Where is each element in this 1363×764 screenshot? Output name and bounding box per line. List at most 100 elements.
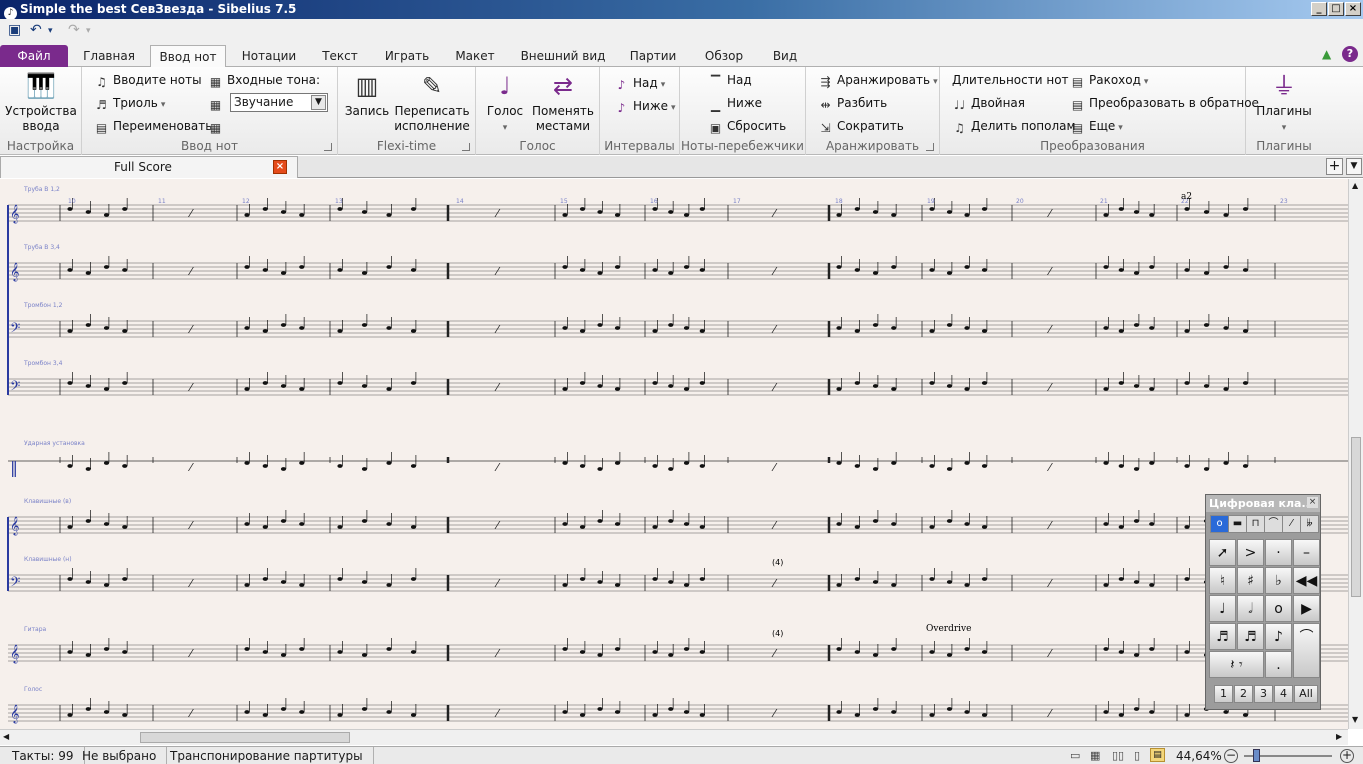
swap-voices-button[interactable]: ⇄ Поменять местами bbox=[530, 71, 596, 134]
keypad-sharp-key[interactable]: ♯ bbox=[1237, 567, 1264, 594]
tab-file[interactable]: Файл bbox=[0, 45, 68, 67]
vertical-scrollbar[interactable]: ▲ ▼ bbox=[1348, 179, 1363, 729]
keypad-quarter-note-key[interactable]: ♩ bbox=[1209, 595, 1236, 622]
view-single-page-icon[interactable]: ▯ bbox=[1134, 747, 1140, 764]
tab-list-button[interactable]: ▼ bbox=[1346, 158, 1362, 175]
cross-staff-below-button[interactable]: ▁ Ниже bbox=[708, 94, 762, 112]
keypad-tie-key[interactable]: ⌒ bbox=[1293, 623, 1320, 678]
view-spreads-icon[interactable]: ▯▯ bbox=[1112, 747, 1124, 764]
rewrite-performance-button[interactable]: ✎ Переписать исполнение bbox=[394, 71, 470, 134]
transposing-score-status[interactable]: Транспонирование партитуры bbox=[170, 747, 374, 764]
scroll-up-icon[interactable]: ▲ bbox=[1352, 181, 1358, 190]
keypad-layout-jazz[interactable]: ⁄ bbox=[1282, 515, 1301, 533]
close-tab-icon[interactable]: × bbox=[273, 160, 287, 174]
cross-staff-reset-button[interactable]: ▣ Сбросить bbox=[708, 117, 786, 135]
zoom-slider-thumb[interactable] bbox=[1253, 749, 1260, 762]
keypad-sixteenth-alt-key[interactable]: ♬ bbox=[1237, 623, 1264, 650]
tab-review[interactable]: Обзор bbox=[696, 45, 752, 67]
keypad-close-icon[interactable]: × bbox=[1307, 497, 1318, 508]
triplet-button[interactable]: ♬ Триоль bbox=[94, 94, 165, 114]
score-canvas[interactable]: ⁄ ⁄ ⁄ ⁄⁄ ⁄ ⁄ ⁄⁄ ⁄ ⁄ ⁄⁄ ⁄ ⁄ ⁄⁄ ⁄ ⁄ ⁄⁄ ⁄ ⁄ ⁄⁄ ⁄ ⁄ ⁄⁄ ⁄ ⁄ ⁄⁄ ⁄ ⁄ ⁄ Тру… bbox=[0, 179, 1348, 729]
input-devices-button[interactable]: 🎹 Устройства ввода bbox=[4, 71, 78, 134]
keypad-title[interactable]: Цифровая кла... bbox=[1206, 495, 1320, 512]
undo-icon[interactable]: ↶ bbox=[30, 22, 42, 38]
vertical-scroll-thumb[interactable] bbox=[1351, 437, 1361, 597]
keypad-layout-accidentals[interactable]: 𝄫 bbox=[1300, 515, 1319, 533]
horizontal-scroll-thumb[interactable] bbox=[140, 732, 350, 743]
keypad-voice-2[interactable]: 2 bbox=[1234, 685, 1253, 703]
tab-note-input[interactable]: Ввод нот bbox=[150, 45, 226, 68]
halve-button[interactable]: ♫ Делить пополам bbox=[952, 117, 1075, 135]
invert-button[interactable]: ▤ Преобразовать в обратное bbox=[1070, 94, 1259, 112]
keypad-layout-articulations[interactable]: ⌒ bbox=[1264, 515, 1283, 533]
close-button[interactable]: × bbox=[1345, 2, 1361, 16]
arrange-button[interactable]: ⇶ Аранжировать bbox=[818, 71, 938, 91]
tab-full-score[interactable]: Full Score × bbox=[0, 156, 298, 178]
keypad-sixteenth-note-key[interactable]: ♬ bbox=[1209, 623, 1236, 650]
keypad-pointer-key[interactable]: ➚ bbox=[1209, 539, 1236, 566]
keypad-natural-key[interactable]: ♮ bbox=[1209, 567, 1236, 594]
keypad-layout-common-notes[interactable]: o bbox=[1210, 515, 1229, 533]
keypad-voice-all[interactable]: All bbox=[1294, 685, 1318, 703]
cross-staff-above-button[interactable]: ▔ Над bbox=[708, 71, 752, 89]
scroll-left-icon[interactable]: ◀ bbox=[3, 732, 9, 741]
voice-button[interactable]: ♩ Голос ▾ bbox=[482, 71, 528, 136]
keypad-rewind-key[interactable]: ◀◀ bbox=[1293, 567, 1320, 594]
explode-button[interactable]: ⇹ Разбить bbox=[818, 94, 887, 112]
scroll-down-icon[interactable]: ▼ bbox=[1352, 715, 1358, 724]
redo-icon[interactable]: ↷ bbox=[68, 22, 80, 38]
keypad-rest-key[interactable]: 𝄽 𝄾 bbox=[1209, 651, 1264, 678]
tab-appearance[interactable]: Внешний вид bbox=[516, 45, 610, 67]
minimize-button[interactable]: _ bbox=[1311, 2, 1327, 16]
view-panorama-active-icon[interactable]: ▤ bbox=[1150, 748, 1165, 762]
view-pages-icon[interactable]: ▦ bbox=[1090, 747, 1100, 764]
rename-button[interactable]: ▤ Переименовать bbox=[94, 117, 213, 135]
keypad-half-note-key[interactable]: 𝅗𝅥 bbox=[1237, 595, 1264, 622]
redo-dropdown-icon[interactable]: ▾ bbox=[86, 26, 91, 36]
tab-view[interactable]: Вид bbox=[764, 45, 806, 67]
plugins-button[interactable]: ⏚ Плагины ▾ bbox=[1250, 71, 1318, 136]
double-button[interactable]: ♩♩ Двойная bbox=[952, 94, 1025, 112]
keypad-eighth-note-key[interactable]: ♪ bbox=[1265, 623, 1292, 650]
zoom-in-icon[interactable]: + bbox=[1340, 749, 1354, 763]
keypad-play-key[interactable]: ▶ bbox=[1293, 595, 1320, 622]
flexi-dialog-launcher-icon[interactable] bbox=[462, 143, 470, 151]
retrograde-button[interactable]: ▤ Ракоход bbox=[1070, 71, 1148, 91]
interval-below-button[interactable]: ♪ Ниже bbox=[614, 97, 676, 117]
keypad-dot-key[interactable]: . bbox=[1265, 651, 1292, 678]
enter-notes-button[interactable]: ♫ Вводите ноты bbox=[94, 71, 201, 89]
keypad-accent-key[interactable]: > bbox=[1237, 539, 1264, 566]
keypad-staccato-key[interactable]: · bbox=[1265, 539, 1292, 566]
keypad-layout-beams[interactable]: ⊓ bbox=[1246, 515, 1265, 533]
interval-above-button[interactable]: ♪ Над bbox=[614, 74, 665, 94]
add-tab-button[interactable]: + bbox=[1326, 158, 1343, 175]
keypad-whole-note-key[interactable]: o bbox=[1265, 595, 1292, 622]
keypad-tenuto-key[interactable]: – bbox=[1293, 539, 1320, 566]
help-icon[interactable]: ? bbox=[1342, 46, 1358, 62]
tab-notations[interactable]: Нотации bbox=[236, 45, 302, 67]
record-button[interactable]: ▥ Запись bbox=[344, 71, 390, 119]
note-input-dialog-launcher-icon[interactable] bbox=[324, 143, 332, 151]
undo-dropdown-icon[interactable]: ▾ bbox=[48, 26, 53, 36]
keypad-voice-3[interactable]: 3 bbox=[1254, 685, 1273, 703]
keypad-voice-1[interactable]: 1 bbox=[1214, 685, 1233, 703]
tab-home[interactable]: Главная bbox=[80, 45, 138, 67]
tab-parts[interactable]: Партии bbox=[622, 45, 684, 67]
keypad-flat-key[interactable]: ♭ bbox=[1265, 567, 1292, 594]
score-view[interactable]: ⁄ ⁄ ⁄ ⁄ ⁄ ⁄ ⁄ ⁄ ⁄ ⁄ ⁄ ⁄ ⁄ ⁄ ⁄ ⁄ ⁄ ⁄ ⁄ ⁄ ⁄ ⁄ ⁄ ⁄ ⁄ ⁄ ⁄ ⁄ ⁄ ⁄ ⁄ ⁄ ⁄ ⁄ ⁄ ⁄ Тру… bbox=[0, 179, 1348, 729]
keypad-layout-more-notes[interactable]: ▬ bbox=[1228, 515, 1247, 533]
arrange-dialog-launcher-icon[interactable] bbox=[926, 143, 934, 151]
more-button[interactable]: ▤ Еще bbox=[1070, 117, 1123, 137]
keypad-voice-4[interactable]: 4 bbox=[1274, 685, 1293, 703]
minimize-ribbon-icon[interactable]: ▲ bbox=[1322, 47, 1331, 61]
tab-play[interactable]: Играть bbox=[378, 45, 436, 67]
zoom-out-icon[interactable]: − bbox=[1224, 749, 1238, 763]
view-panorama-icon[interactable]: ▭ bbox=[1070, 747, 1080, 764]
scroll-right-icon[interactable]: ▶ bbox=[1336, 732, 1342, 741]
reduce-button[interactable]: ⇲ Сократить bbox=[818, 117, 903, 135]
grid-icon[interactable]: ▦ bbox=[208, 117, 227, 135]
tab-layout[interactable]: Макет bbox=[448, 45, 502, 67]
save-icon[interactable]: ▣ bbox=[8, 22, 21, 38]
tab-text[interactable]: Текст bbox=[316, 45, 364, 67]
maximize-button[interactable]: □ bbox=[1328, 2, 1344, 16]
